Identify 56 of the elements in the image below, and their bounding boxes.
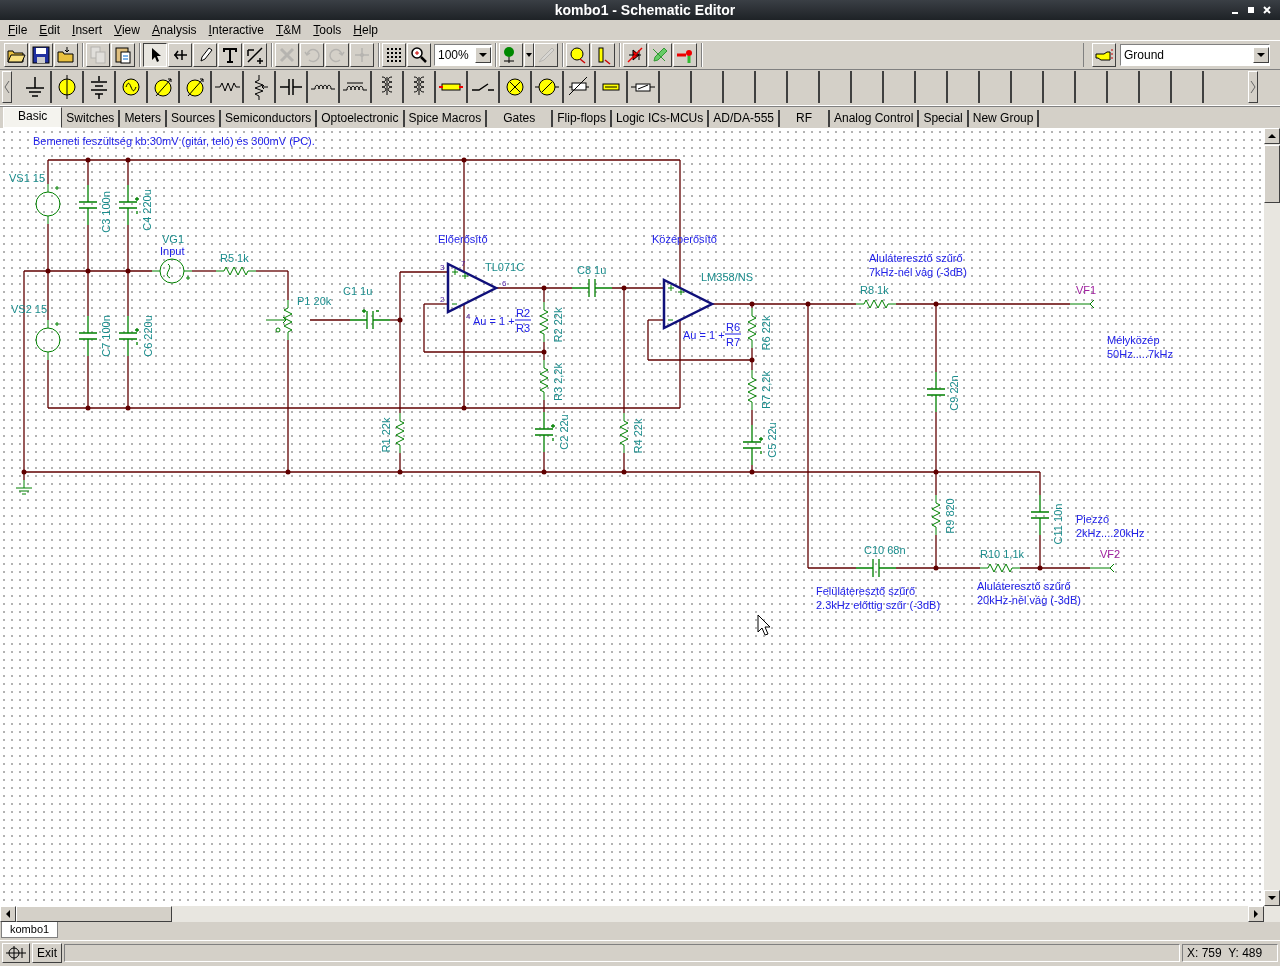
component-label: VF1 (1076, 284, 1097, 296)
cursor-coordinates: X: 759 Y: 489 (1182, 944, 1278, 962)
annotation-text: Piezzó 2kHz....20kHz (1076, 513, 1145, 539)
component-label: C8 1u (577, 264, 607, 276)
menu-item[interactable]: Edit (33, 23, 67, 37)
menu-item[interactable]: Insert (66, 23, 109, 37)
component-label: R4 22k (632, 418, 644, 454)
pin-number: 4 (466, 312, 471, 321)
component-label: C10 68n (864, 544, 906, 556)
component-label: R5 1k (220, 252, 249, 264)
menu-item[interactable]: T&M (270, 23, 308, 37)
annotation-text: Aluláteresztő szűrő 7kHz-nél vág (-3dB) (869, 252, 967, 278)
component-label: C2 22u (558, 414, 570, 450)
component-label: VG1 (162, 233, 184, 245)
window-title: kombo1 - Schematic Editor (553, 2, 737, 18)
component-label: R3 2,2k (552, 363, 564, 401)
component-label: C5 22u (766, 422, 778, 458)
component-label: C11 10n (1052, 503, 1064, 545)
component-label: R8 1k (860, 284, 889, 296)
component-label: R9 820 (944, 498, 956, 534)
pin-number: 7 (461, 259, 466, 268)
component-label: R7 2,2k (760, 371, 772, 409)
component-label: C3 100n (100, 191, 112, 233)
annotation-text: Bemeneti feszültség kb:30mV (gitár, teló) és 300mV (PC). (33, 135, 315, 147)
menu-item[interactable]: View (108, 23, 146, 37)
component-label: P1 20k (297, 295, 332, 307)
menu-item[interactable]: Help (347, 23, 385, 37)
pin-number: 2 (440, 295, 445, 304)
component-field[interactable]: Ground (1120, 44, 1270, 66)
annotation-text: Aluláteresztő szűrő 20kHz-nél vág (-3dB) (977, 580, 1081, 606)
menu-item[interactable]: Tools (307, 23, 348, 37)
component-label: R6 22k (760, 315, 772, 351)
component-label: C9 22n (948, 375, 960, 411)
exit-button[interactable]: Exit (32, 943, 62, 963)
annotation-text: Input (160, 245, 185, 257)
component-label: VS1 15 (9, 172, 46, 184)
component-label: LM358/NS (701, 271, 753, 283)
component-label: C6 220u (142, 315, 154, 357)
component-label: C7 100n (100, 315, 112, 357)
component-label: VF2 (1100, 548, 1121, 560)
pin-number: 6 (502, 279, 507, 288)
annotation-text: Mélyközép 50Hz.....7kHz (1107, 334, 1174, 360)
component-label: R2 22k (552, 307, 564, 343)
component-label: C4 220u (141, 189, 153, 231)
annotation-text: Felüláteresztő szűrő 2.3kHz előttig szűr (-3dB) (816, 585, 941, 611)
document-tab[interactable]: kombo1 (1, 922, 59, 938)
menu-item[interactable]: Interactive (202, 23, 270, 37)
tab[interactable]: Basic (3, 107, 63, 128)
menu-item[interactable]: File (2, 23, 34, 37)
menu-item[interactable]: Analysis (145, 23, 203, 37)
component-label: C1 1u (343, 285, 373, 297)
pin-number: 3 (440, 263, 445, 272)
component-label: R1 22k (380, 417, 392, 453)
zoom-field[interactable]: 100% (434, 44, 492, 66)
component-label: R10 1,1k (980, 548, 1025, 560)
component-label: TL071C (485, 261, 525, 273)
